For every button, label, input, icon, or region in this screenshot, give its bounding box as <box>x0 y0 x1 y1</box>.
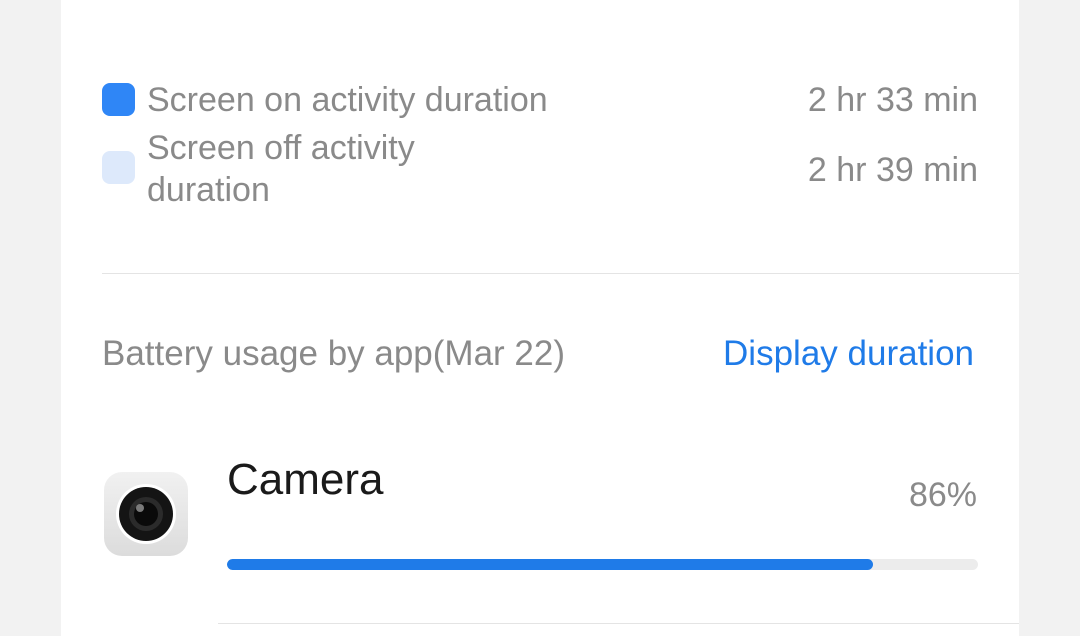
row-divider <box>218 623 1019 624</box>
app-usage-percent: 86% <box>908 476 977 514</box>
camera-icon <box>104 472 188 556</box>
legend-value: 2 hr 39 min <box>807 151 978 189</box>
screen-off-swatch <box>102 151 135 184</box>
app-name: Camera <box>227 455 384 504</box>
legend-label: Screen on activity duration <box>147 81 548 119</box>
legend-item-screen-off: Screen off activity duration 2 hr 39 min <box>102 127 978 211</box>
usage-progress-fill <box>227 559 873 570</box>
legend-value: 2 hr 33 min <box>807 81 978 119</box>
screen-on-swatch <box>102 83 135 116</box>
legend-label: Screen off activity duration <box>147 129 415 209</box>
usage-progress-bar <box>227 559 978 570</box>
legend-item-screen-on: Screen on activity duration 2 hr 33 min <box>102 79 978 121</box>
section-divider <box>102 273 1019 274</box>
display-duration-button[interactable]: Display duration <box>723 332 974 376</box>
section-title: Battery usage by app(Mar 22) <box>102 334 566 373</box>
